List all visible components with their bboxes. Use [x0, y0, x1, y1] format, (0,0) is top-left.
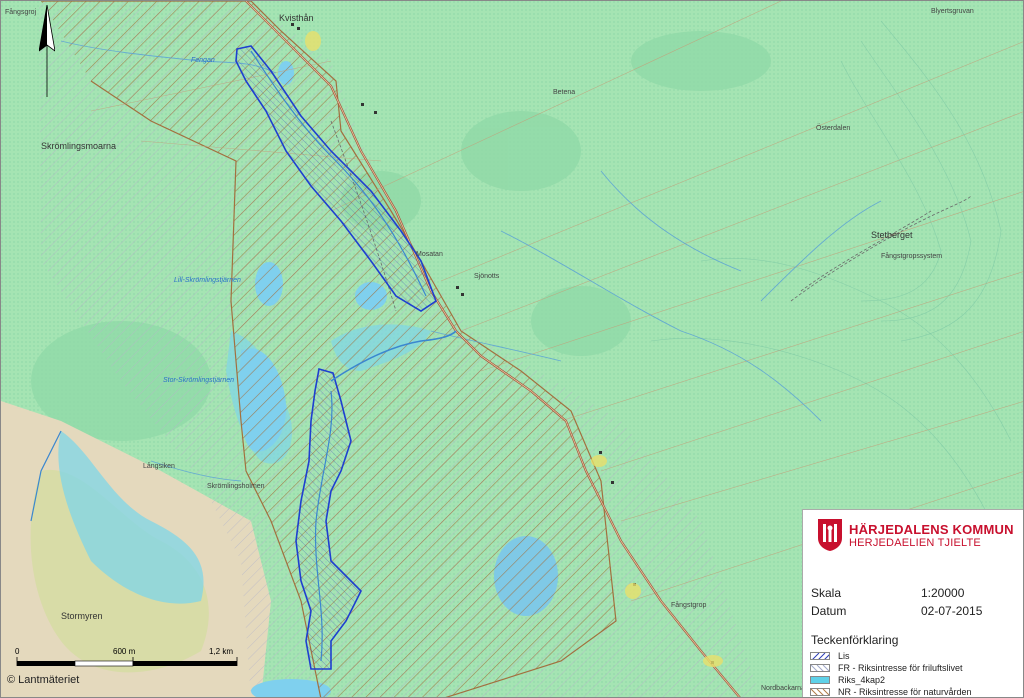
place-label-blyertsgruvan: Blyertsgruvan [931, 8, 974, 15]
riks-swatch-icon [810, 676, 830, 684]
scale-tick-1-2: 1,2 km [209, 647, 234, 656]
water-label-lill-skromlingstjarnen: Lill-Skrömlingstjärnen [174, 277, 241, 284]
place-label-skromlingsholmen: Skrömlingsholmen [207, 483, 265, 490]
legend-label-riks: Riks_4kap2 [838, 675, 886, 685]
water-label-stor-skromlingstjarnen: Stor-Skrömlingstjärnen [163, 377, 235, 384]
map-view[interactable]: Kvisthån Fångsgroj Skrömlingsmoarna Betena Ö… [0, 0, 1024, 698]
lis-swatch-icon [810, 652, 830, 660]
place-label-mosatan: Mosatan [416, 251, 443, 258]
place-label-osterdalen: Österdalen [816, 125, 851, 132]
water-label-fengan: Fengan [191, 57, 215, 64]
north-arrow-icon [39, 5, 55, 97]
legend-label-nr: NR - Riksintresse för naturvården [838, 687, 972, 697]
place-label-betena: Betena [553, 89, 576, 96]
legend-item-riks: Riks_4kap2 [810, 675, 885, 685]
place-label-stetberget: Stetberget [871, 230, 913, 240]
legend-item-lis: Lis [810, 651, 850, 661]
scale-label: Skala [811, 586, 842, 600]
place-label-skromlingsmoarna: Skrömlingsmoarna [41, 141, 117, 151]
nr-swatch-icon [810, 688, 830, 696]
place-label-kvisthan: Kvisthån [279, 13, 314, 23]
place-label-fangstgrop: Fångstgrop [671, 602, 707, 609]
place-label-sjonotts: Sjönotts [474, 273, 500, 280]
org-name: HÄRJEDALENS KOMMUN [849, 521, 1014, 537]
date-value: 02-07-2015 [921, 604, 983, 618]
date-label: Datum [811, 604, 847, 618]
place-label-nordbackarna: Nordbackarna [761, 685, 805, 692]
kommun-crest-icon [818, 519, 842, 551]
place-label-stormyren: Stormyren [61, 611, 103, 621]
scale-tick-0: 0 [15, 647, 20, 656]
org-sub: HERJEDAELIEN TJIELTE [849, 536, 981, 549]
legend-label-lis: Lis [838, 651, 850, 661]
logo: HÄRJEDALENS KOMMUN HERJEDAELIEN TJIELTE [817, 518, 1014, 552]
scale-value: 1:20000 [921, 586, 965, 600]
place-label-langsiken: Långsiken [143, 463, 175, 470]
copyright-text: © Lantmäteriet [7, 674, 80, 686]
legend-title: Teckenförklaring [811, 633, 899, 647]
scale-tick-600: 600 m [113, 647, 136, 656]
legend-panel: HÄRJEDALENS KOMMUN HERJEDAELIEN TJIELTE … [802, 509, 1023, 697]
place-label-fangsgroj: Fångsgroj [5, 9, 37, 16]
legend-item-nr: NR - Riksintresse för naturvården [810, 687, 972, 697]
legend-label-fr: FR - Riksintresse för friluftslivet [838, 663, 963, 673]
place-label-fangstgropssystem: Fångstgropssystem [881, 253, 943, 260]
fr-swatch-icon [810, 664, 830, 672]
copyright: © Lantmäteriet [7, 674, 79, 686]
legend-item-fr: FR - Riksintresse för friluftslivet [810, 663, 963, 673]
